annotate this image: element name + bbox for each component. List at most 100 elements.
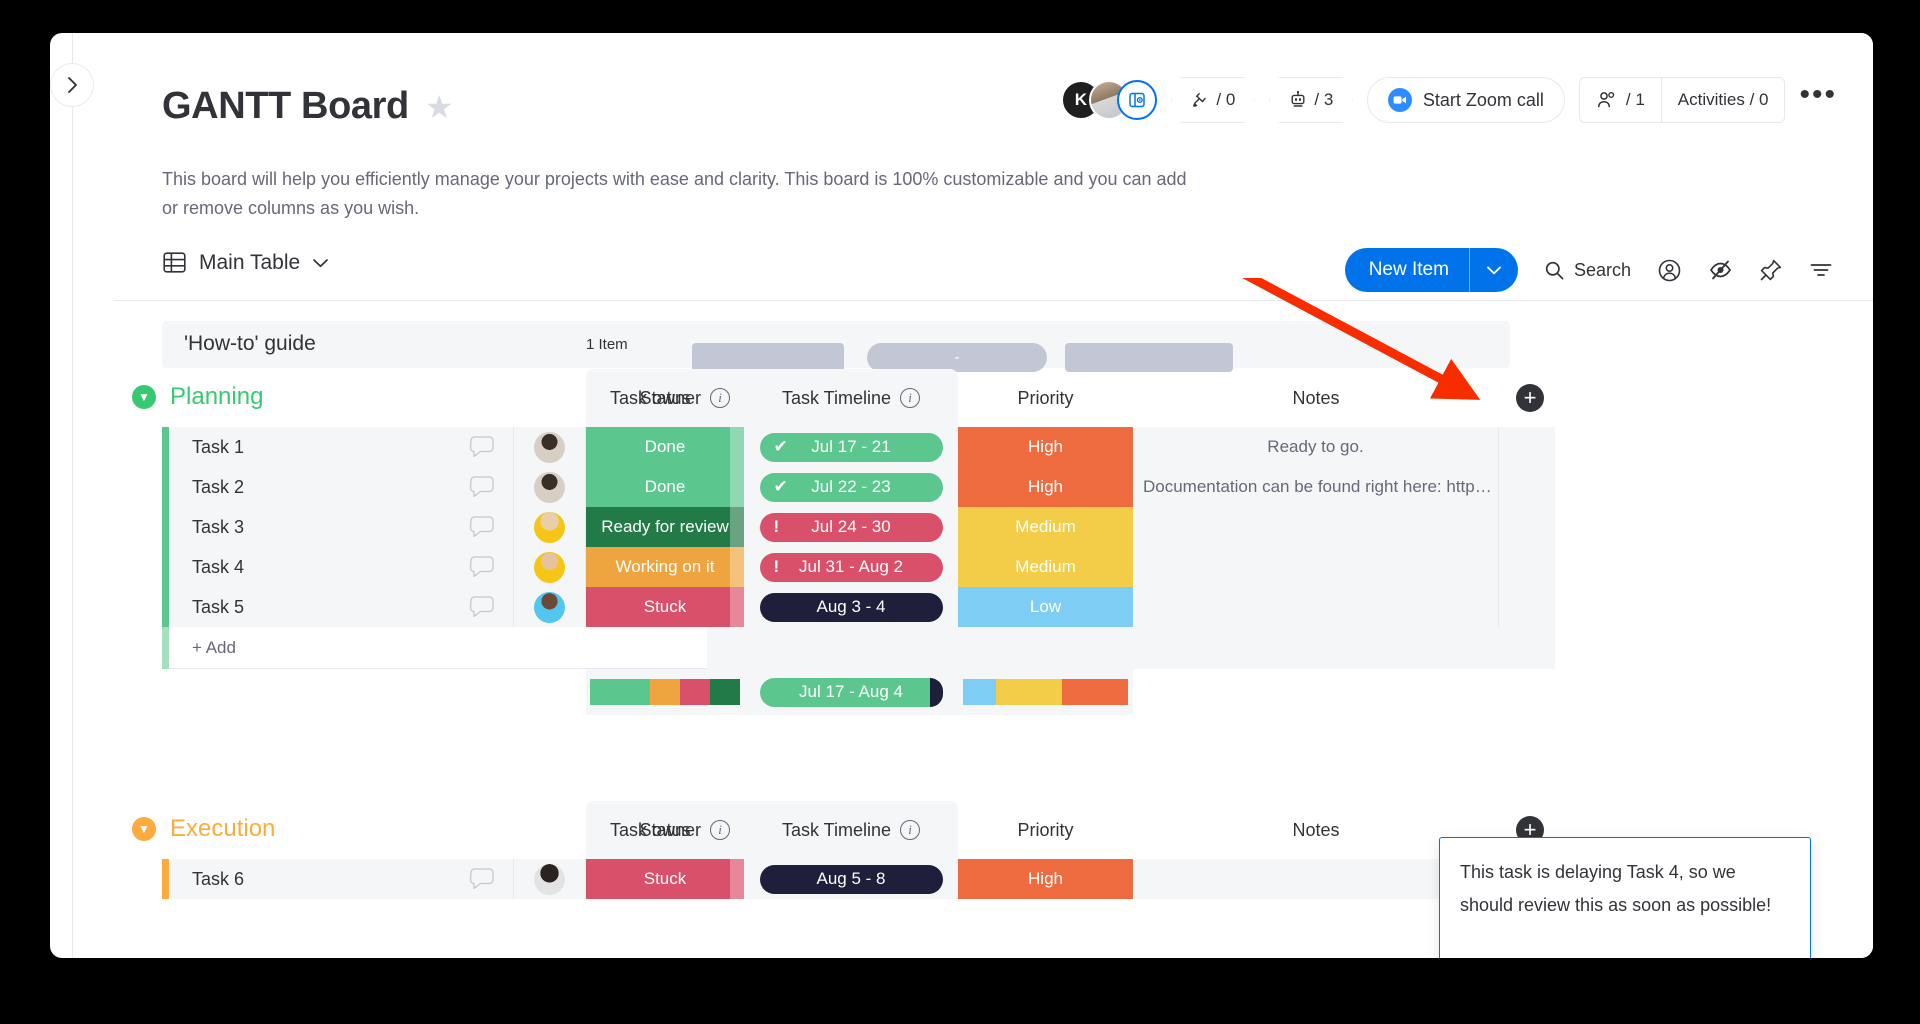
summary-priority-cell[interactable] — [958, 669, 1133, 715]
hide-columns-button[interactable] — [1708, 259, 1733, 281]
notes-cell[interactable]: Documentation can be found right here: h… — [1133, 467, 1499, 507]
summary-timeline-cell[interactable]: Jul 17 - Aug 4 — [744, 669, 958, 715]
row-name-cell[interactable]: Task 6 — [169, 859, 514, 899]
priority-cell[interactable]: High — [958, 859, 1133, 899]
avatar[interactable] — [534, 511, 565, 543]
add-item-row[interactable]: + Add — [114, 627, 1873, 669]
priority-cell[interactable]: High — [958, 427, 1133, 467]
notes-cell[interactable] — [1133, 587, 1499, 627]
start-zoom-call-button[interactable]: Start Zoom call — [1366, 77, 1565, 123]
chevron-down-icon[interactable] — [312, 257, 329, 269]
priority-cell[interactable]: Medium — [958, 547, 1133, 587]
board-description[interactable]: This board will help you efficiently man… — [162, 165, 1192, 223]
info-icon[interactable]: i — [900, 820, 921, 840]
row-name-cell[interactable]: Task 3 — [169, 507, 514, 547]
table-row[interactable]: Task 3 Ready for review ! Jul 24 - 30 Me… — [114, 507, 1873, 547]
add-row-filler — [707, 627, 1555, 669]
chat-bubble-icon[interactable] — [469, 596, 495, 618]
add-item-cell[interactable]: + Add — [169, 627, 707, 669]
person-filter-button[interactable] — [1657, 258, 1682, 283]
column-header-priority[interactable]: Priority — [958, 801, 1133, 859]
status-segment-done — [590, 679, 650, 705]
status-cell[interactable]: Done — [586, 427, 744, 467]
group-execution-title-row[interactable]: ▼ Execution — [132, 815, 275, 843]
row-name-cell[interactable]: Task 1 — [169, 427, 514, 467]
column-header-status[interactable]: Status — [586, 801, 744, 859]
add-member-icon[interactable] — [1116, 80, 1157, 120]
priority-cell[interactable]: High — [958, 467, 1133, 507]
notes-cell[interactable]: Ready to go. — [1133, 427, 1499, 467]
column-header-task-timeline[interactable]: Task Timeline i — [744, 801, 958, 859]
board-members-button[interactable]: / 1 — [1580, 78, 1661, 122]
status-cell[interactable]: Done — [586, 467, 744, 507]
column-header-status[interactable]: Status — [586, 369, 744, 427]
notes-cell[interactable] — [1133, 547, 1499, 587]
pin-button[interactable] — [1759, 258, 1783, 282]
timeline-cell[interactable]: ✔ Jul 17 - 21 — [744, 427, 958, 467]
status-cell[interactable]: Stuck — [586, 587, 744, 627]
row-owner-cell[interactable] — [514, 427, 586, 467]
group-planning-title-row[interactable]: ▼ Planning — [132, 383, 263, 411]
chevron-right-icon — [67, 77, 77, 93]
row-color-indicator — [162, 507, 169, 547]
timeline-cell[interactable]: Aug 3 - 4 — [744, 587, 958, 627]
timeline-cell[interactable]: ! Jul 31 - Aug 2 — [744, 547, 958, 587]
avatar[interactable] — [534, 591, 565, 623]
status-cell[interactable]: Stuck — [586, 859, 744, 899]
search-button[interactable]: Search — [1544, 260, 1631, 281]
chat-bubble-icon[interactable] — [469, 868, 495, 890]
activities-button[interactable]: Activities / 0 — [1662, 78, 1785, 122]
avatar[interactable] — [534, 551, 565, 583]
row-owner-cell[interactable] — [514, 467, 586, 507]
notes-editor-textarea[interactable] — [1439, 837, 1811, 958]
column-header-priority[interactable]: Priority — [958, 369, 1133, 427]
priority-cell[interactable]: Medium — [958, 507, 1133, 547]
chat-bubble-icon[interactable] — [469, 436, 495, 458]
new-item-button[interactable]: New Item — [1344, 248, 1518, 292]
status-cell[interactable]: Working on it — [586, 547, 744, 587]
automations-button[interactable]: / 3 — [1268, 77, 1353, 123]
board-header: GANTT Board ★ This board will help you e… — [114, 33, 1873, 271]
chat-bubble-icon[interactable] — [469, 556, 495, 578]
notes-cell[interactable] — [1133, 507, 1499, 547]
avatar[interactable] — [534, 431, 565, 463]
table-row[interactable]: Task 1 Done ✔ Jul 17 - 21 High Ready to … — [114, 427, 1873, 467]
table-row[interactable]: Task 2 Done ✔ Jul 22 - 23 High Documenta… — [114, 467, 1873, 507]
group-howto-guide[interactable]: 'How-to' guide 1 Item - — [162, 321, 1510, 372]
tab-main-table[interactable]: Main Table — [162, 250, 329, 275]
star-icon[interactable]: ★ — [425, 91, 454, 123]
row-owner-cell[interactable] — [514, 859, 586, 899]
row-owner-cell[interactable] — [514, 507, 586, 547]
avatar[interactable] — [534, 471, 565, 503]
collapse-arrow-icon[interactable]: ▼ — [132, 385, 156, 409]
more-menu-button[interactable]: ••• — [1799, 80, 1837, 115]
table-row[interactable]: Task 5 Stuck Aug 3 - 4 Low — [114, 587, 1873, 627]
add-column-button[interactable]: + — [1516, 384, 1544, 412]
row-name-cell[interactable]: Task 5 — [169, 587, 514, 627]
priority-cell[interactable]: Low — [958, 587, 1133, 627]
table-row[interactable]: Task 4 Working on it ! Jul 31 - Aug 2 Me… — [114, 547, 1873, 587]
column-header-notes[interactable]: Notes — [1133, 369, 1499, 427]
status-label: Working on it — [615, 557, 715, 576]
integrations-button[interactable]: / 0 — [1170, 77, 1255, 123]
sidebar-expand-button[interactable] — [50, 63, 94, 107]
avatar[interactable] — [534, 863, 565, 895]
status-progress — [730, 859, 744, 899]
summary-status-cell[interactable] — [586, 669, 744, 715]
row-name-cell[interactable]: Task 2 — [169, 467, 514, 507]
new-item-chevron-icon[interactable] — [1468, 248, 1518, 292]
row-owner-cell[interactable] — [514, 587, 586, 627]
status-cell[interactable]: Ready for review — [586, 507, 744, 547]
chat-bubble-icon[interactable] — [469, 516, 495, 538]
row-owner-cell[interactable] — [514, 547, 586, 587]
collapse-arrow-icon[interactable]: ▼ — [132, 817, 156, 841]
page-title[interactable]: GANTT Board — [162, 85, 409, 128]
filter-button[interactable] — [1809, 260, 1833, 280]
info-icon[interactable]: i — [900, 388, 921, 408]
timeline-cell[interactable]: Aug 5 - 8 — [744, 859, 958, 899]
column-header-task-timeline[interactable]: Task Timeline i — [744, 369, 958, 427]
timeline-cell[interactable]: ✔ Jul 22 - 23 — [744, 467, 958, 507]
row-name-cell[interactable]: Task 4 — [169, 547, 514, 587]
chat-bubble-icon[interactable] — [469, 476, 495, 498]
timeline-cell[interactable]: ! Jul 24 - 30 — [744, 507, 958, 547]
